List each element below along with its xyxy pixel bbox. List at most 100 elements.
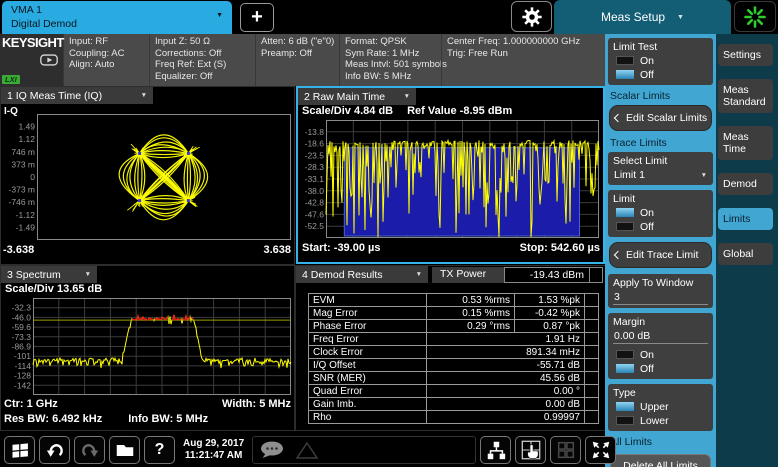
undo-icon — [44, 439, 66, 461]
svg-text:-46.0: -46.0 — [12, 312, 32, 322]
svg-text:-42.8: -42.8 — [305, 198, 325, 208]
redo-icon — [79, 439, 101, 461]
remote-display-icon — [40, 53, 58, 71]
tab-meas-time[interactable]: Meas Time — [718, 126, 773, 160]
spectrum-scale-header: Scale/Div 13.65 dB — [5, 283, 102, 295]
windows-logo-icon — [10, 440, 30, 460]
svg-text:-114: -114 — [15, 361, 32, 371]
tab-global[interactable]: Global — [718, 243, 773, 265]
busy-indicator-button[interactable] — [734, 1, 776, 32]
window-select-button[interactable] — [515, 436, 546, 464]
svg-text:-52.5: -52.5 — [305, 221, 325, 231]
window-layout-button[interactable] — [480, 436, 511, 464]
edit-trace-limit-button[interactable]: Edit Trace Limit — [609, 242, 712, 268]
limit-test-off[interactable]: Off — [616, 68, 708, 81]
triangle-icon — [295, 440, 319, 460]
type-upper[interactable]: Upper — [616, 400, 708, 413]
demod-results-table: EVM0.53 %rms1.53 %pkMag Error0.15 %rms-0… — [308, 293, 599, 424]
mode-tab-line2: Digital Demod — [11, 17, 223, 31]
select-limit-label: Select Limit — [613, 155, 708, 167]
chevron-down-icon: ▼ — [216, 12, 223, 19]
limit-off[interactable]: Off — [616, 220, 708, 233]
svg-text:-746 m: -746 m — [9, 197, 35, 207]
chevron-down-icon: ▼ — [85, 271, 91, 278]
edit-scalar-limits-button[interactable]: Edit Scalar Limits — [609, 105, 712, 131]
window-grid-button[interactable] — [550, 436, 581, 464]
margin-value[interactable]: 0.00 dB — [613, 328, 708, 344]
window-demod-results[interactable]: 4 Demod Results ▼ TX Power -19.43 dBm EV… — [296, 266, 605, 430]
tab-demod[interactable]: Demod — [718, 173, 773, 195]
svg-text:-73.3: -73.3 — [12, 332, 32, 342]
margin-on[interactable]: On — [616, 348, 708, 361]
time-text: 11:21:47 AM — [183, 450, 244, 462]
limits-menu-panel: Limit Test On Off Scalar Limits Edit Sca… — [605, 34, 716, 467]
trace-limits-section-label: Trace Limits — [610, 137, 711, 149]
undo-button[interactable] — [39, 436, 70, 464]
window4-title-dropdown[interactable]: 4 Demod Results ▼ — [296, 266, 428, 283]
instrument-screen: VMA 1 Digital Demod ▼ + Meas Setup ▼ — [0, 0, 778, 467]
svg-text:-33.1: -33.1 — [305, 174, 325, 184]
window-spectrum[interactable]: 3 Spectrum ▼ Scale/Div 13.65 dB -32.3-46… — [1, 266, 294, 430]
start-menu-button[interactable] — [4, 436, 35, 464]
measurement-info-bar: KEYSIGHT LXI Input: RFCoupling: ACAlign:… — [0, 34, 605, 86]
fullscreen-button[interactable] — [585, 436, 616, 464]
meas-setup-dropdown[interactable]: Meas Setup ▼ — [554, 0, 731, 34]
svg-text:373 m: 373 m — [11, 159, 35, 169]
tx-power-status-cell — [590, 267, 603, 283]
toggle-indicator — [616, 350, 634, 359]
limit-test-on[interactable]: On — [616, 54, 708, 67]
type-lower[interactable]: Lower — [616, 414, 708, 427]
spectrum-center-label: Ctr: 1 GHz — [4, 398, 58, 410]
apply-to-window-value[interactable]: 3 — [613, 289, 708, 305]
spectrum-width-label: Width: 5 MHz — [222, 398, 291, 410]
demod-result-row: Phase Error0.29 °rms0.87 °pk — [309, 320, 599, 333]
info-col-input: Input: RFCoupling: ACAlign: Auto — [63, 34, 149, 86]
svg-text:-128: -128 — [14, 371, 31, 381]
tab-meas-standard[interactable]: Meas Standard — [718, 79, 773, 113]
svg-text:-13.8: -13.8 — [305, 127, 325, 137]
expand-arrows-icon — [590, 439, 612, 461]
system-settings-button[interactable] — [511, 1, 552, 32]
add-mode-button[interactable]: + — [240, 3, 274, 32]
window-raw-main-time[interactable]: 2 Raw Main Time ▼ Scale/Div 4.84 dB Ref … — [296, 86, 605, 264]
file-button[interactable] — [109, 436, 140, 464]
busy-starburst-icon — [743, 5, 767, 29]
tx-power-bar: TX Power -19.43 dBm — [432, 267, 603, 283]
window-control-icons — [476, 436, 616, 464]
chevron-down-icon: ▼ — [416, 271, 422, 278]
spectrum-bw-row: Res BW: 6.492 kHz Info BW: 5 MHz — [4, 413, 208, 425]
svg-text:1.49: 1.49 — [18, 122, 35, 132]
svg-text:-23.5: -23.5 — [305, 150, 325, 160]
select-limit-dropdown[interactable]: Select Limit Limit 1 ▼ — [608, 152, 713, 185]
window1-title-dropdown[interactable]: 1 IQ Meas Time (IQ) ▼ — [1, 87, 153, 104]
select-limit-value: Limit 1 — [614, 169, 645, 181]
tab-limits[interactable]: Limits — [718, 208, 773, 230]
window2-title-dropdown[interactable]: 2 Raw Main Time ▼ — [298, 88, 416, 105]
window-iq-meas-time[interactable]: 1 IQ Meas Time (IQ) ▼ I-Q 1.491.12746 m3… — [1, 87, 294, 264]
svg-text:746 m: 746 m — [11, 147, 35, 157]
margin-off[interactable]: Off — [616, 362, 708, 375]
scalar-limits-section-label: Scalar Limits — [610, 90, 711, 102]
svg-text:-142: -142 — [14, 380, 31, 390]
demod-result-row: Freq Error1.91 Hz — [309, 333, 599, 346]
tx-power-label: TX Power — [432, 267, 504, 283]
bottom-toolbar: ? Aug 29, 2017 11:21:47 AM — [0, 432, 605, 467]
apply-to-window-field[interactable]: Apply To Window 3 — [608, 274, 713, 308]
spectrum-freq-row: Ctr: 1 GHz Width: 5 MHz — [4, 398, 291, 410]
svg-text:-32.3: -32.3 — [12, 303, 32, 313]
mode-tab[interactable]: VMA 1 Digital Demod ▼ — [2, 1, 232, 34]
svg-text:-18.6: -18.6 — [305, 139, 325, 149]
message-area[interactable] — [252, 436, 476, 464]
raw-scale-header: Scale/Div 4.84 dB Ref Value -8.95 dBm — [302, 105, 512, 117]
demod-result-row: Quad Error0.00 ° — [309, 385, 599, 398]
redo-button[interactable] — [74, 436, 105, 464]
window3-title-dropdown[interactable]: 3 Spectrum ▼ — [1, 266, 97, 283]
limit-on[interactable]: On — [616, 206, 708, 219]
iq-x-range: -3.638 3.638 — [3, 244, 291, 256]
toggle-indicator — [616, 364, 634, 373]
help-button[interactable]: ? — [144, 436, 175, 464]
type-group: Type Upper Lower — [608, 384, 713, 431]
tab-settings[interactable]: Settings — [718, 44, 773, 66]
delete-all-limits-button[interactable]: Delete All Limits — [610, 454, 711, 467]
chevron-down-icon: ▼ — [677, 14, 684, 21]
